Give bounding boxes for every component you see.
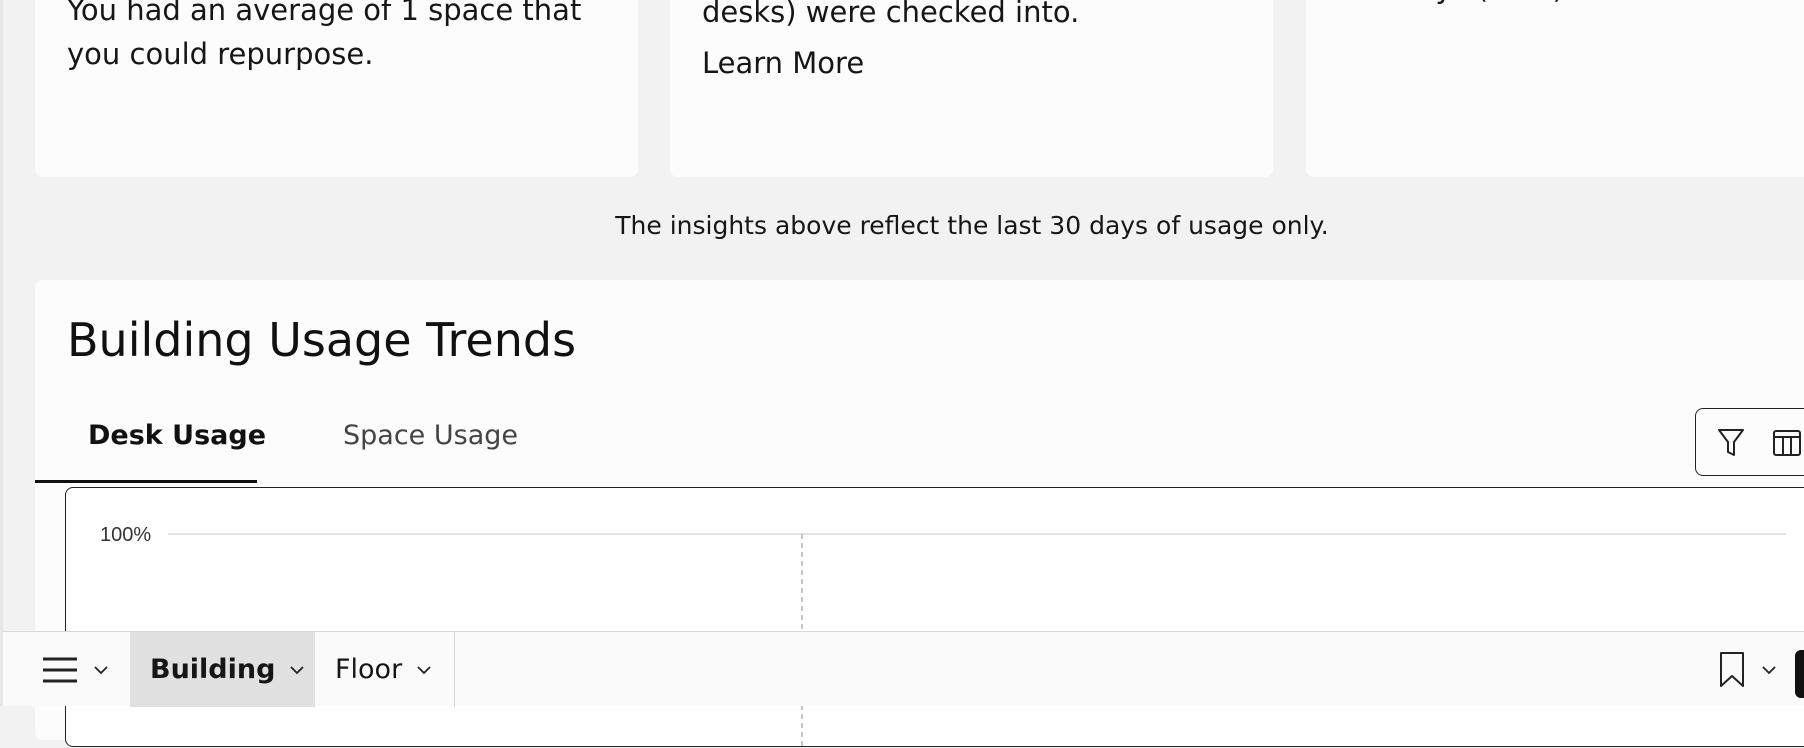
building-selector[interactable]: Building bbox=[130, 632, 315, 707]
bookmark-icon bbox=[1720, 651, 1744, 687]
desk-usage-chart: 100% bbox=[65, 487, 1804, 748]
building-label: Building bbox=[150, 654, 276, 685]
section-title: Building Usage Trends bbox=[67, 313, 577, 367]
floor-selector[interactable]: Floor bbox=[315, 632, 455, 707]
columns-button[interactable] bbox=[1770, 426, 1804, 460]
menu-button[interactable] bbox=[3, 632, 130, 707]
insight-card-text: desks) were checked into. bbox=[702, 0, 1080, 29]
insight-card-text: You had an average of 1 space that you c… bbox=[67, 0, 582, 71]
chevron-down-icon bbox=[417, 665, 431, 674]
primary-action-button[interactable] bbox=[1795, 650, 1804, 698]
chevron-down-icon bbox=[94, 665, 108, 674]
insight-card-busiest-day: Mondays (18%) bbox=[1306, 0, 1804, 177]
chart-canvas: 100% bbox=[100, 524, 1786, 748]
bookmark-button[interactable] bbox=[1713, 632, 1783, 707]
chevron-down-icon bbox=[290, 665, 305, 674]
insight-card-text: Mondays (18%) bbox=[1338, 0, 1564, 10]
learn-more-link[interactable]: Learn More bbox=[702, 46, 864, 80]
y-tick-label: 100% bbox=[100, 524, 151, 546]
bottom-filter-bar: Building Floor bbox=[3, 631, 1804, 707]
filter-icon bbox=[1718, 429, 1744, 456]
tab-desk-usage[interactable]: Desk Usage bbox=[73, 420, 295, 463]
chevron-down-icon bbox=[1762, 665, 1776, 674]
insight-card-checkins: desks) were checked into. Learn More bbox=[670, 0, 1273, 177]
left-border bbox=[0, 0, 3, 706]
insight-card-repurpose: You had an average of 1 space that you c… bbox=[35, 0, 638, 177]
chart-toolbar bbox=[1695, 408, 1804, 476]
columns-icon bbox=[1773, 430, 1801, 456]
active-tab-indicator bbox=[35, 480, 257, 483]
tab-space-usage[interactable]: Space Usage bbox=[343, 420, 518, 463]
floor-label: Floor bbox=[335, 654, 403, 685]
insights-disclaimer: The insights above reflect the last 30 d… bbox=[615, 211, 1329, 240]
filter-button[interactable] bbox=[1714, 426, 1748, 460]
hamburger-icon bbox=[43, 657, 77, 682]
